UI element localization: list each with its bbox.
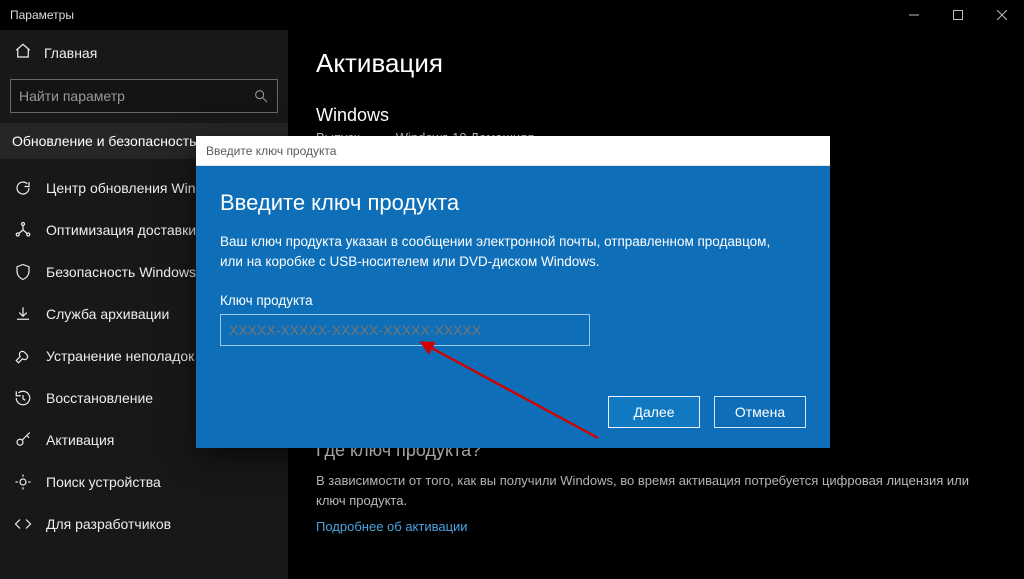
sidebar-item-label: Безопасность Windows bbox=[46, 264, 196, 280]
next-button[interactable]: Далее bbox=[608, 396, 700, 428]
where-key-link[interactable]: Подробнее об активации bbox=[316, 519, 468, 534]
search-placeholder: Найти параметр bbox=[19, 88, 125, 104]
search-input[interactable]: Найти параметр bbox=[10, 79, 278, 113]
cancel-button[interactable]: Отмена bbox=[714, 396, 806, 428]
sidebar-item-label: Оптимизация доставки bbox=[46, 222, 196, 238]
dialog-body: Введите ключ продукта Ваш ключ продукта … bbox=[196, 166, 830, 448]
titlebar-title: Параметры bbox=[10, 8, 74, 22]
page-title: Активация bbox=[316, 48, 996, 79]
shield-icon bbox=[14, 263, 32, 281]
wrench-icon bbox=[14, 347, 32, 365]
dialog-title: Введите ключ продукта bbox=[196, 136, 830, 166]
maximize-button[interactable] bbox=[936, 0, 980, 30]
sidebar-item-label: Поиск устройства bbox=[46, 474, 161, 490]
where-key-text: В зависимости от того, как вы получили W… bbox=[316, 471, 996, 510]
sidebar-item-label: Восстановление bbox=[46, 390, 153, 406]
backup-icon bbox=[14, 305, 32, 323]
sidebar-item-label: Устранение неполадок bbox=[46, 348, 194, 364]
minimize-button[interactable] bbox=[892, 0, 936, 30]
code-icon bbox=[14, 515, 32, 533]
dialog-buttons: Далее Отмена bbox=[608, 396, 806, 428]
settings-window: Параметры Главная Найти параметр bbox=[0, 0, 1024, 579]
window-controls bbox=[892, 0, 1024, 30]
sidebar-item-find-my-device[interactable]: Поиск устройства bbox=[0, 461, 288, 503]
close-button[interactable] bbox=[980, 0, 1024, 30]
home-icon bbox=[14, 42, 32, 63]
product-key-input[interactable] bbox=[220, 314, 590, 346]
sidebar-item-label: Активация bbox=[46, 432, 114, 448]
sidebar-item-label: Служба архивации bbox=[46, 306, 169, 322]
dialog-description: Ваш ключ продукта указан в сообщении эле… bbox=[220, 232, 780, 273]
sync-icon bbox=[14, 179, 32, 197]
titlebar: Параметры bbox=[0, 0, 1024, 30]
where-key-section: Где ключ продукта? В зависимости от того… bbox=[316, 440, 996, 536]
product-key-dialog: Введите ключ продукта Введите ключ проду… bbox=[196, 136, 830, 448]
history-icon bbox=[14, 389, 32, 407]
search-icon bbox=[253, 88, 269, 104]
product-key-label: Ключ продукта bbox=[220, 293, 806, 308]
dialog-heading: Введите ключ продукта bbox=[220, 190, 806, 216]
key-icon bbox=[14, 431, 32, 449]
sidebar-home-label: Главная bbox=[44, 45, 97, 61]
locate-icon bbox=[14, 473, 32, 491]
sidebar-item-for-developers[interactable]: Для разработчиков bbox=[0, 503, 288, 545]
sidebar-home[interactable]: Главная bbox=[0, 30, 288, 73]
network-icon bbox=[14, 221, 32, 239]
windows-heading: Windows bbox=[316, 105, 996, 126]
sidebar-item-label: Для разработчиков bbox=[46, 516, 171, 532]
